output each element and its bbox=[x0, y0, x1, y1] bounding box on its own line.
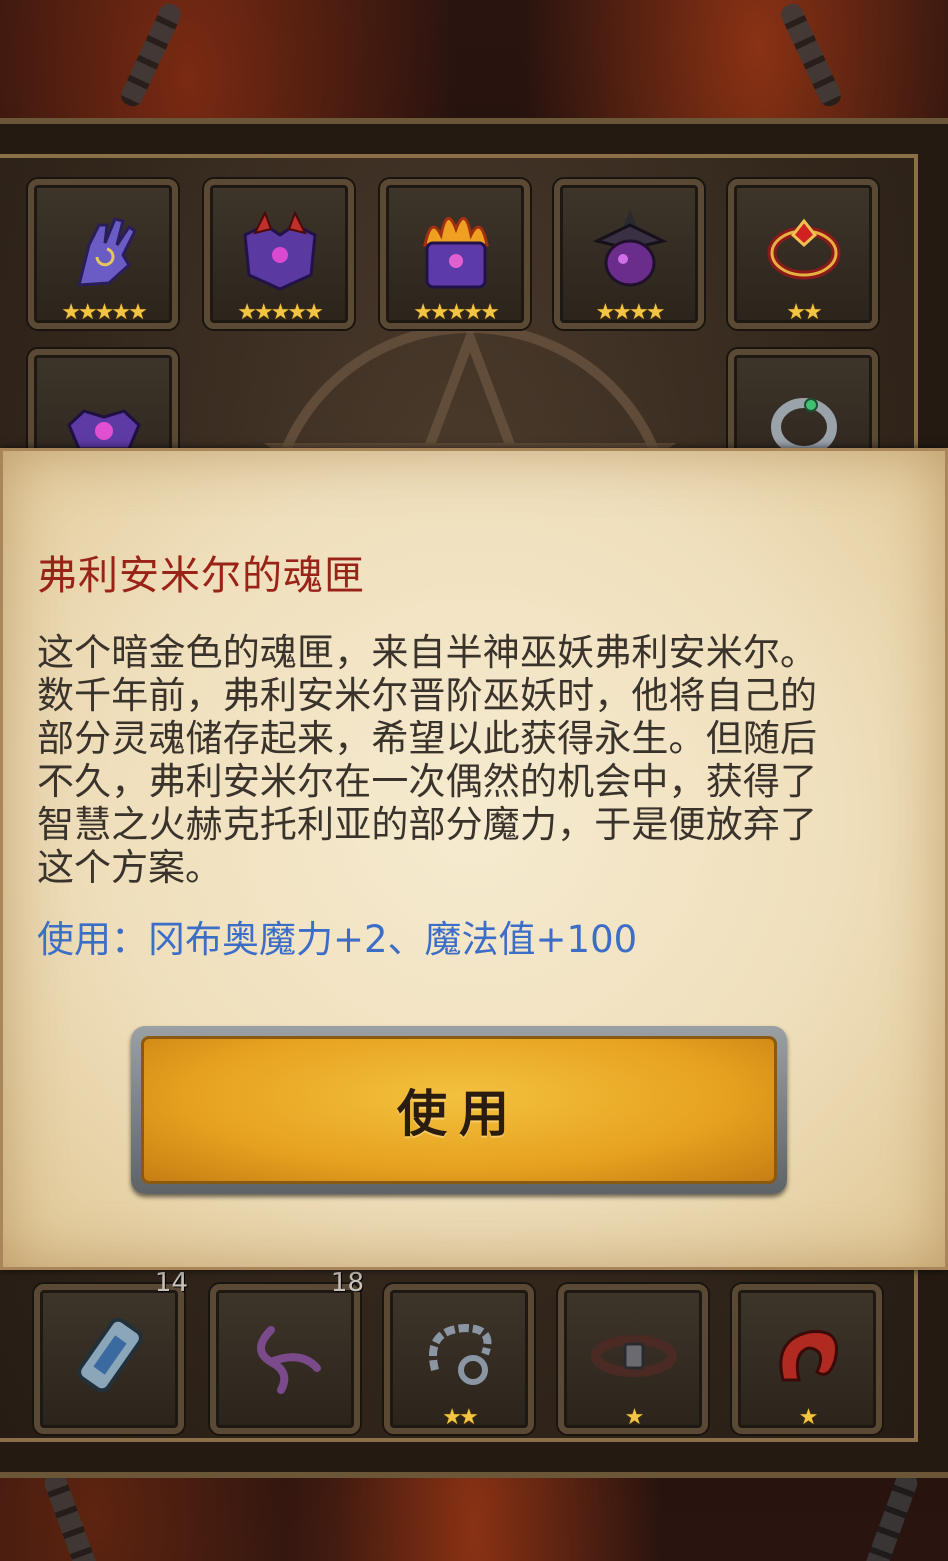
star-rating: ★★★★★ bbox=[413, 300, 500, 325]
belt-icon bbox=[591, 1335, 677, 1377]
flame-crown-icon bbox=[423, 217, 489, 289]
ruby-ring-icon bbox=[767, 218, 841, 280]
chain-icon bbox=[429, 1323, 492, 1385]
inventory-slot-chain[interactable]: ★★ bbox=[384, 1284, 534, 1434]
inventory-slot-lantern[interactable]: ★★★★ bbox=[554, 179, 704, 329]
use-button[interactable]: 使用 bbox=[131, 1026, 787, 1194]
inventory-slot-armor[interactable]: ★★★★★ bbox=[204, 179, 354, 329]
horn-icon bbox=[779, 1330, 838, 1382]
hourglass-icon bbox=[77, 1317, 143, 1393]
glove-icon bbox=[77, 217, 137, 287]
item-description: 这个暗金色的魂匣，来自半神巫妖弗利安米尔。数千年前，弗利安米尔晋阶巫妖时，他将自… bbox=[37, 631, 817, 889]
inventory-slot-flame-crown[interactable]: ★★★★★ bbox=[380, 179, 530, 329]
inventory-slot-hourglass[interactable]: 14 bbox=[34, 1268, 188, 1434]
inventory-slot-belt[interactable]: ★ bbox=[558, 1284, 708, 1434]
dark-lantern-icon bbox=[592, 209, 668, 287]
inventory-slot-glove[interactable]: ★★★★★ bbox=[28, 179, 178, 329]
star-rating: ★★★★ bbox=[595, 300, 666, 325]
star-rating: ★★ bbox=[786, 300, 822, 325]
use-button-label: 使用 bbox=[397, 1085, 521, 1143]
item-effect: 使用：冈布奥魔力+2、魔法值+100 bbox=[37, 918, 638, 961]
inventory-slot-rope[interactable]: 18 bbox=[210, 1268, 364, 1434]
star-rating: ★ bbox=[798, 1405, 819, 1430]
item-count: 14 bbox=[154, 1268, 188, 1298]
item-title: 弗利安米尔的魂匣 bbox=[37, 553, 365, 599]
star-rating: ★★★★★ bbox=[61, 300, 148, 325]
armor-icon bbox=[243, 210, 317, 291]
star-rating: ★ bbox=[624, 1405, 645, 1430]
item-count: 18 bbox=[330, 1268, 364, 1298]
star-rating: ★★★★★ bbox=[237, 300, 324, 325]
rope-icon bbox=[257, 1326, 321, 1394]
inventory-slot-horn[interactable]: ★ bbox=[732, 1284, 882, 1434]
use-button-face[interactable]: 使用 bbox=[141, 1036, 777, 1184]
star-rating: ★★ bbox=[442, 1405, 478, 1430]
inventory-slot-ruby-ring[interactable]: ★★ bbox=[728, 179, 878, 329]
item-tooltip: 弗利安米尔的魂匣 这个暗金色的魂匣，来自半神巫妖弗利安米尔。数千年前，弗利安米尔… bbox=[0, 448, 948, 1270]
